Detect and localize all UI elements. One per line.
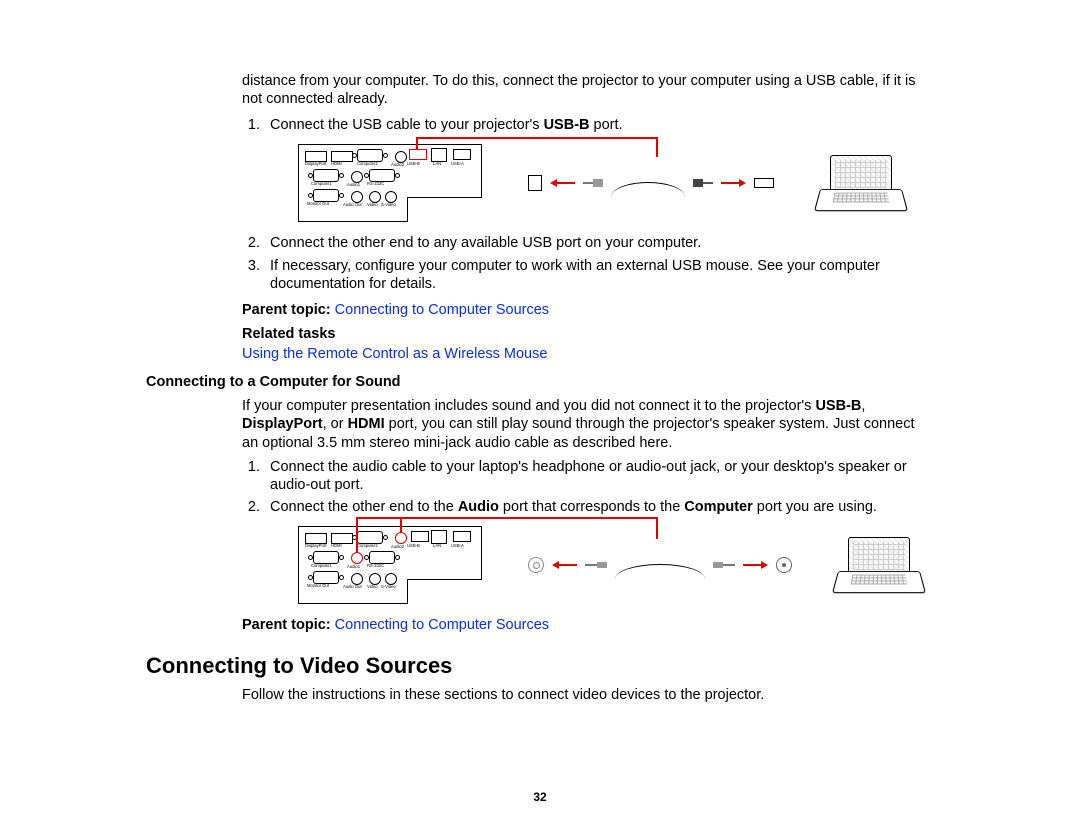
laptop-icon <box>838 537 918 593</box>
related-tasks-heading: Related tasks <box>242 325 934 343</box>
parent-topic-link[interactable]: Connecting to Computer Sources <box>335 302 549 318</box>
usb-cable-illustration <box>528 175 774 191</box>
step-1: Connect the USB cable to your projector'… <box>264 116 934 222</box>
audio-socket-icon <box>776 557 792 573</box>
audio-step-1: Connect the audio cable to your laptop's… <box>264 458 934 494</box>
audio-jack-icon <box>528 557 544 573</box>
usb-b-port <box>409 149 427 160</box>
usb-b-jack-icon <box>528 175 542 191</box>
sound-intro: If your computer presentation includes s… <box>242 397 934 451</box>
audio-cable-illustration <box>528 557 792 573</box>
step-3: If necessary, configure your computer to… <box>264 257 934 293</box>
audio-steps-list: Connect the audio cable to your laptop's… <box>242 458 934 604</box>
audio-step-2: Connect the other end to the Audio port … <box>264 498 934 604</box>
projector-port-panel: DisplayPort HDMI Computer2 Audio2 USB-B … <box>298 144 482 222</box>
audio1-port <box>351 552 363 564</box>
step-2: Connect the other end to any available U… <box>264 234 934 252</box>
video-intro: Follow the instructions in these section… <box>242 686 934 704</box>
projector-port-panel-audio: DisplayPort HDMI Computer2 Audio2 USB-B … <box>298 526 482 604</box>
audio2-port <box>395 532 407 544</box>
laptop-icon <box>820 155 900 211</box>
usb-a-socket-icon <box>754 178 774 188</box>
parent-topic-link-2[interactable]: Connecting to Computer Sources <box>335 617 549 633</box>
parent-topic-line-2: Parent topic: Connecting to Computer Sou… <box>242 616 934 634</box>
parent-topic-line: Parent topic: Connecting to Computer Sou… <box>242 301 934 319</box>
intro-continuation: distance from your computer. To do this,… <box>242 72 934 108</box>
related-task-link[interactable]: Using the Remote Control as a Wireless M… <box>242 346 547 362</box>
usb-connection-diagram: DisplayPort HDMI Computer2 Audio2 USB-B … <box>298 144 934 222</box>
usb-steps-list: Connect the USB cable to your projector'… <box>242 116 934 293</box>
page-number: 32 <box>0 790 1080 804</box>
sound-section-heading: Connecting to a Computer for Sound <box>146 373 934 391</box>
video-sources-heading: Connecting to Video Sources <box>146 652 934 680</box>
audio-connection-diagram: DisplayPort HDMI Computer2 Audio2 USB-B … <box>298 526 934 604</box>
